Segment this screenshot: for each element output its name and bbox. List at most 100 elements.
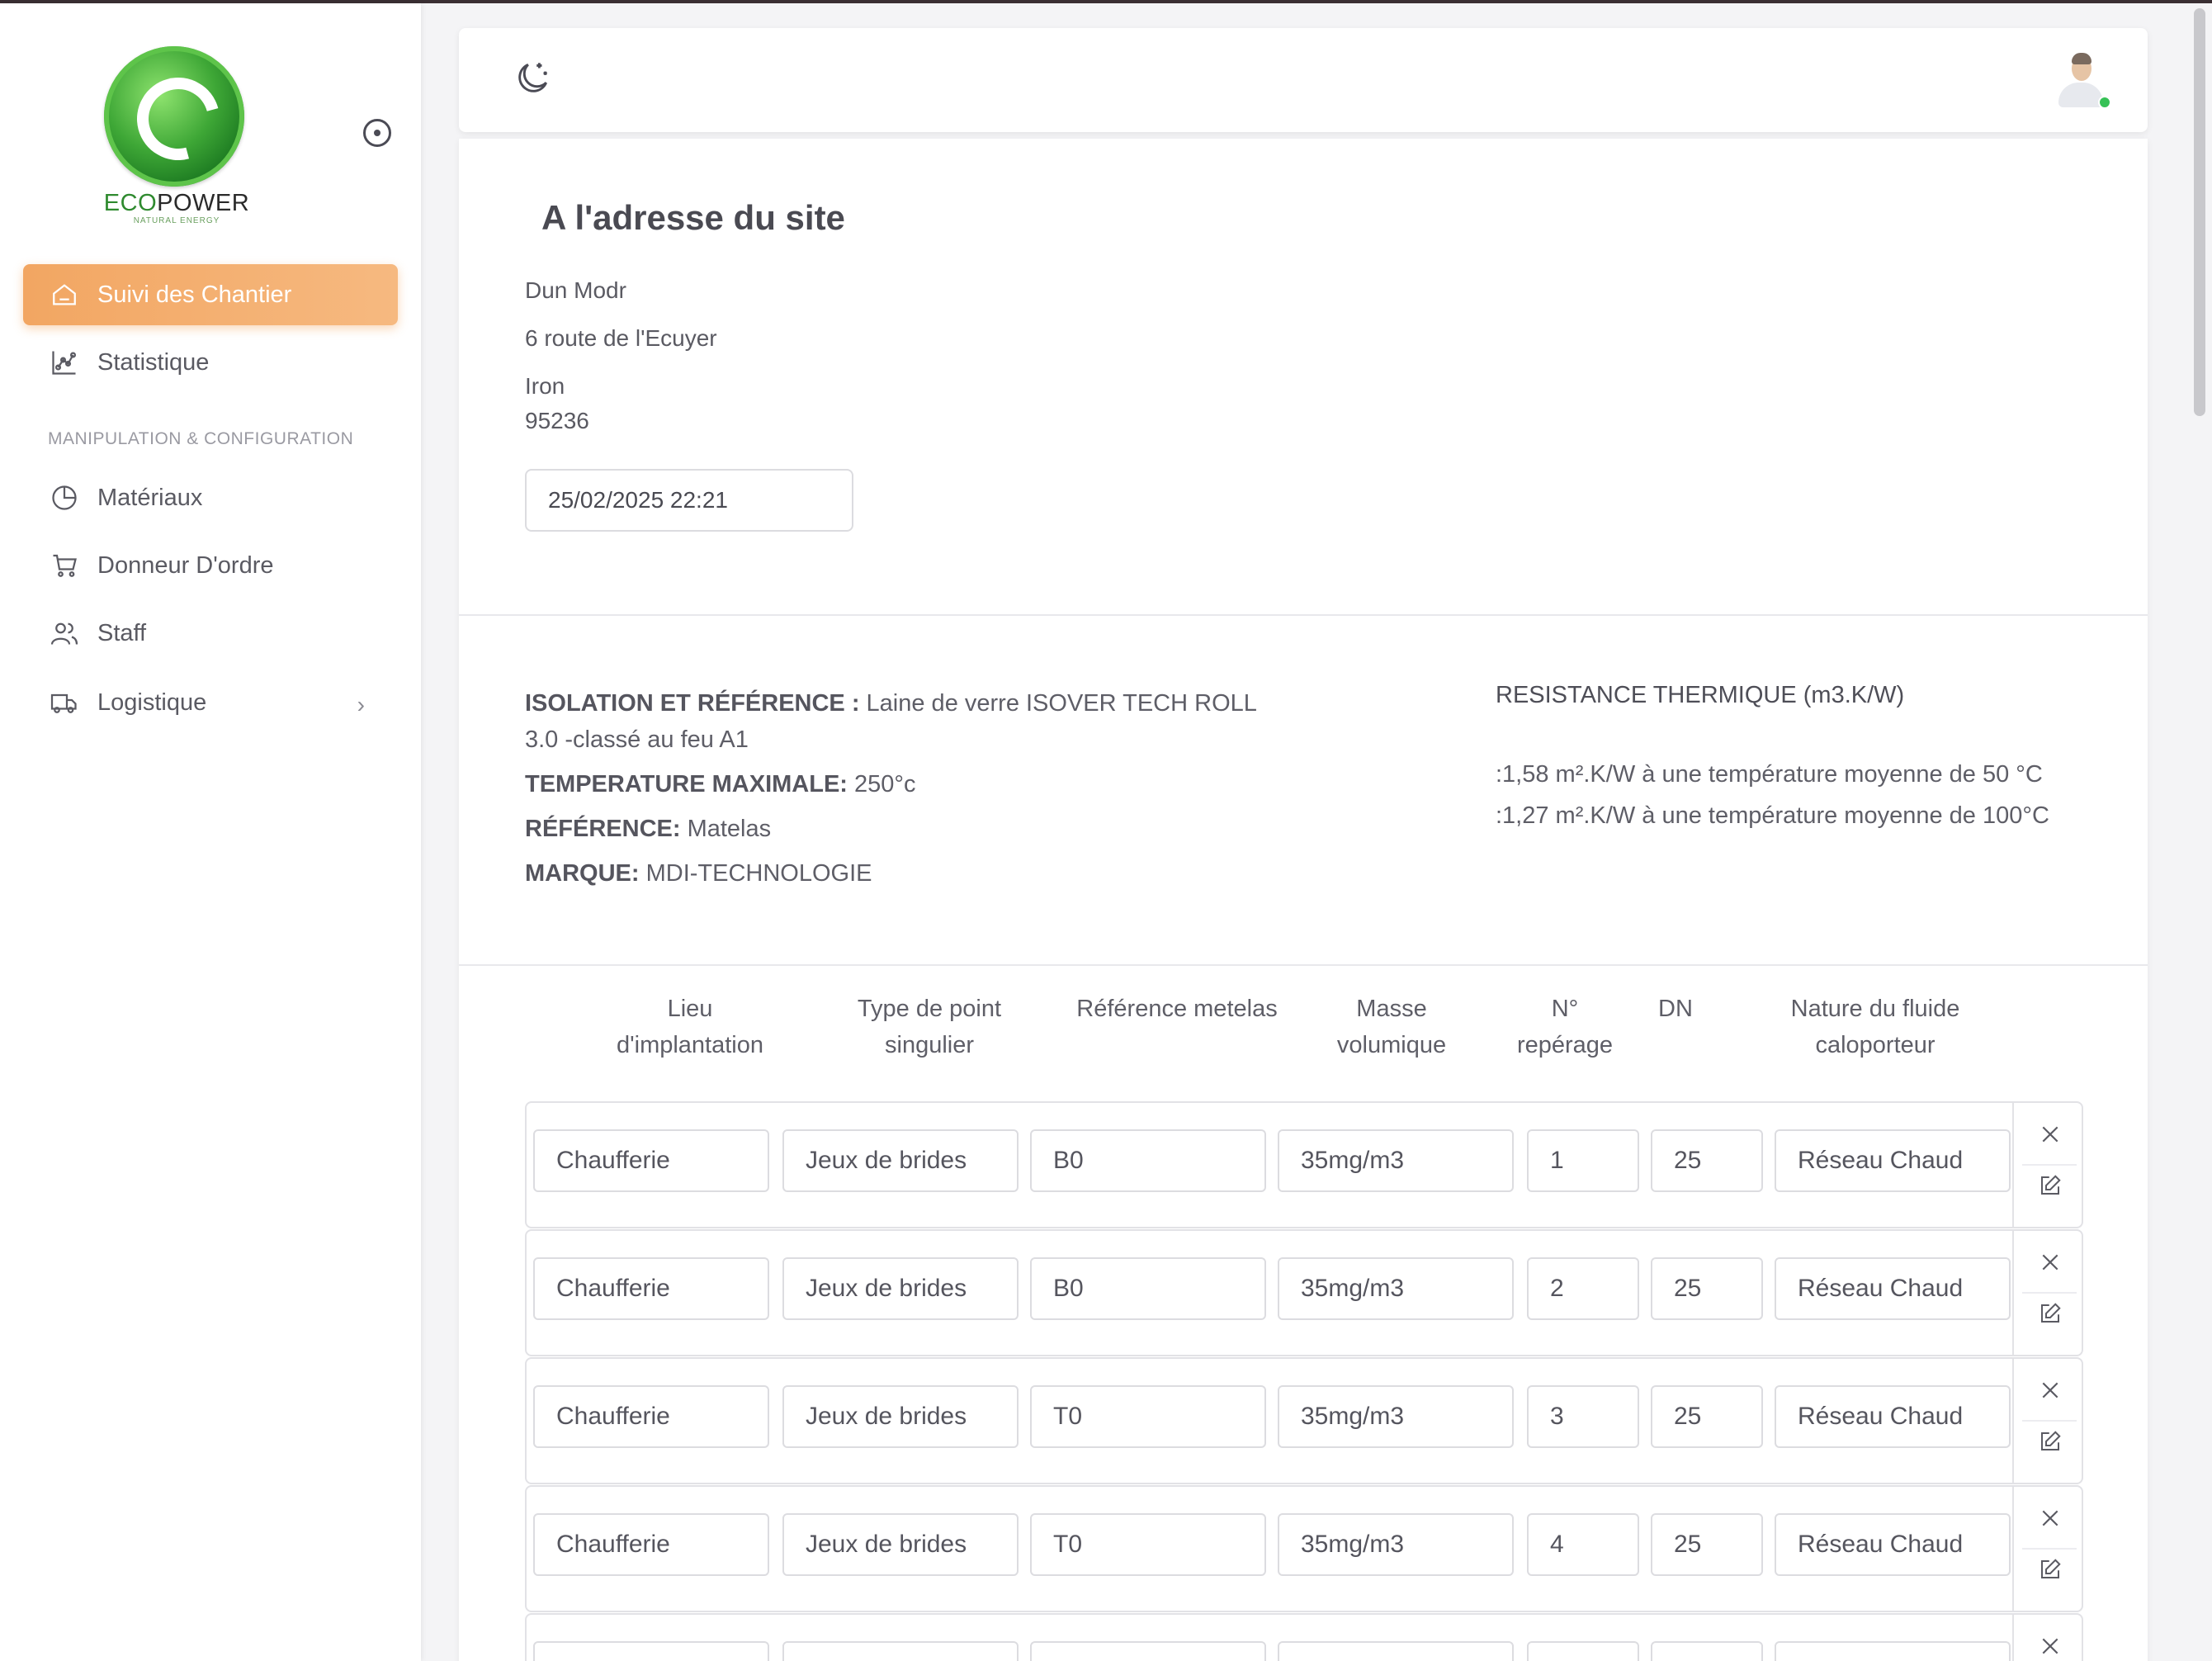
- truck-icon: [48, 686, 81, 719]
- cart-icon: [48, 549, 81, 582]
- column-header-fluide: Nature du fluide caloporteur: [1790, 996, 1960, 1058]
- reference-field[interactable]: B0: [1030, 1257, 1266, 1320]
- sidebar-item-logistique[interactable]: Logistique ›: [23, 672, 398, 733]
- datetime-input[interactable]: [525, 469, 853, 532]
- site-client-name: Dun Modr: [525, 277, 626, 303]
- lieu-field[interactable]: Chaufferie: [533, 1513, 769, 1576]
- numero-field[interactable]: [1527, 1641, 1639, 1661]
- top-header: [459, 28, 2148, 132]
- delete-row-button[interactable]: [2037, 1249, 2063, 1275]
- reference-info: RÉFÉRENCE: Matelas: [525, 811, 771, 847]
- edit-row-button[interactable]: [2037, 1300, 2063, 1327]
- sidebar-item-statistique[interactable]: Statistique: [23, 332, 398, 393]
- vertical-scrollbar[interactable]: [2189, 3, 2212, 1661]
- type-field[interactable]: Jeux de brides: [782, 1385, 1019, 1448]
- page-title: A l'adresse du site: [541, 198, 845, 237]
- type-field[interactable]: Jeux de brides: [782, 1513, 1019, 1576]
- delete-row-button[interactable]: [2037, 1377, 2063, 1403]
- brand-value: MDI-TECHNOLOGIE: [645, 860, 872, 887]
- table-row: Chaufferie Jeux de brides T0 35mg/m3 3 2…: [525, 1357, 2083, 1484]
- lieu-field[interactable]: [533, 1641, 769, 1661]
- delete-row-button[interactable]: [2037, 1633, 2063, 1659]
- edit-row-button[interactable]: [2037, 1172, 2063, 1199]
- brand-info: MARQUE: MDI-TECHNOLOGIE: [525, 855, 872, 892]
- chevron-right-icon: ›: [357, 692, 365, 717]
- column-header-type: Type de point singulier: [857, 996, 1002, 1058]
- section-divider: [459, 614, 2148, 616]
- type-field[interactable]: Jeux de brides: [782, 1129, 1019, 1192]
- site-postcode: 95236: [525, 408, 589, 433]
- site-city: Iron: [525, 373, 565, 399]
- delete-row-button[interactable]: [2037, 1121, 2063, 1148]
- lieu-field[interactable]: Chaufferie: [533, 1385, 769, 1448]
- numero-field[interactable]: 4: [1527, 1513, 1639, 1576]
- online-status-indicator: [2098, 96, 2111, 109]
- lieu-field[interactable]: Chaufferie: [533, 1257, 769, 1320]
- sidebar-item-materiaux[interactable]: Matériaux: [23, 467, 398, 528]
- brand-label: MARQUE:: [525, 860, 640, 887]
- thermal-resistance-line: :1,27 m².K/W à une température moyenne d…: [1496, 802, 2049, 829]
- scrollbar-thumb[interactable]: [2194, 8, 2205, 416]
- dn-field[interactable]: [1651, 1641, 1763, 1661]
- isolation-info-continued: 3.0 -classé au feu A1: [525, 726, 749, 753]
- masse-field[interactable]: 35mg/m3: [1278, 1513, 1514, 1576]
- type-field[interactable]: [782, 1641, 1019, 1661]
- home-icon: [48, 278, 81, 311]
- table-row: Chaufferie Jeux de brides B0 35mg/m3 2 2…: [525, 1229, 2083, 1356]
- dn-field[interactable]: 25: [1651, 1513, 1763, 1576]
- column-header-reference: Référence metelas: [1076, 996, 1278, 1022]
- reference-field[interactable]: T0: [1030, 1513, 1266, 1576]
- delete-row-button[interactable]: [2037, 1505, 2063, 1531]
- fluide-field[interactable]: Réseau Chaud: [1775, 1129, 2011, 1192]
- logo-tagline: NATURAL ENERGY: [133, 216, 220, 225]
- sidebar-item-donneur-d-ordre[interactable]: Donneur D'ordre: [23, 535, 398, 596]
- table-row: Chaufferie Jeux de brides B0 35mg/m3 1 2…: [525, 1101, 2083, 1228]
- fluide-field[interactable]: Réseau Chaud: [1775, 1513, 2011, 1576]
- temperature-info: TEMPERATURE MAXIMALE: 250°c: [525, 766, 916, 802]
- masse-field[interactable]: 35mg/m3: [1278, 1257, 1514, 1320]
- user-avatar[interactable]: [2052, 51, 2111, 111]
- dn-field[interactable]: 25: [1651, 1129, 1763, 1192]
- fluide-field[interactable]: Réseau Chaud: [1775, 1385, 2011, 1448]
- row-actions: [2012, 1359, 2083, 1483]
- thermal-resistance-title: RESISTANCE THERMIQUE (m3.K/W): [1496, 682, 1905, 708]
- sidebar-item-label: Statistique: [97, 348, 210, 376]
- site-detail-card: A l'adresse du site Dun Modr 6 route de …: [459, 139, 2148, 1661]
- numero-field[interactable]: 3: [1527, 1385, 1639, 1448]
- sidebar-item-label: Matériaux: [97, 484, 203, 511]
- masse-field[interactable]: 35mg/m3: [1278, 1129, 1514, 1192]
- reference-field[interactable]: [1030, 1641, 1266, 1661]
- reference-label: RÉFÉRENCE:: [525, 816, 681, 842]
- numero-field[interactable]: 2: [1527, 1257, 1639, 1320]
- type-field[interactable]: Jeux de brides: [782, 1257, 1019, 1320]
- dark-mode-moon-icon[interactable]: [512, 58, 553, 99]
- sidebar-item-label: Staff: [97, 619, 147, 646]
- dn-field[interactable]: 25: [1651, 1385, 1763, 1448]
- reference-field[interactable]: B0: [1030, 1129, 1266, 1192]
- masse-field[interactable]: [1278, 1641, 1514, 1661]
- masse-field[interactable]: 35mg/m3: [1278, 1385, 1514, 1448]
- sidebar-section-title: MANIPULATION & CONFIGURATION: [48, 429, 354, 448]
- numero-field[interactable]: 1: [1527, 1129, 1639, 1192]
- sidebar-item-label: Logistique: [97, 689, 207, 716]
- logo-wordmark-eco: ECO: [103, 190, 158, 216]
- row-actions: [2012, 1231, 2083, 1355]
- sidebar-item-suivi-des-chantier[interactable]: Suivi des Chantier: [23, 264, 398, 325]
- table-row-partial: [525, 1613, 2083, 1661]
- dn-field[interactable]: 25: [1651, 1257, 1763, 1320]
- column-header-lieu: Lieu d'implantation: [616, 996, 764, 1058]
- sidebar-toggle-icon[interactable]: [363, 119, 391, 147]
- row-actions: [2012, 1487, 2083, 1611]
- ecopower-logo[interactable]: ECOPOWER NATURAL ENERGY: [99, 43, 254, 230]
- reference-field[interactable]: T0: [1030, 1385, 1266, 1448]
- sidebar: ECOPOWER NATURAL ENERGY Suivi des Chanti…: [0, 3, 421, 1661]
- edit-row-button[interactable]: [2037, 1556, 2063, 1583]
- edit-row-button[interactable]: [2037, 1428, 2063, 1455]
- lieu-field[interactable]: Chaufferie: [533, 1129, 769, 1192]
- sidebar-item-staff[interactable]: Staff: [23, 603, 398, 664]
- fluide-field[interactable]: [1775, 1641, 2011, 1661]
- thermal-resistance-line: :1,58 m².K/W à une température moyenne d…: [1496, 761, 2043, 788]
- logo-wordmark: ECOPOWER: [99, 190, 254, 217]
- logo-wordmark-power: POWER: [157, 190, 250, 216]
- fluide-field[interactable]: Réseau Chaud: [1775, 1257, 2011, 1320]
